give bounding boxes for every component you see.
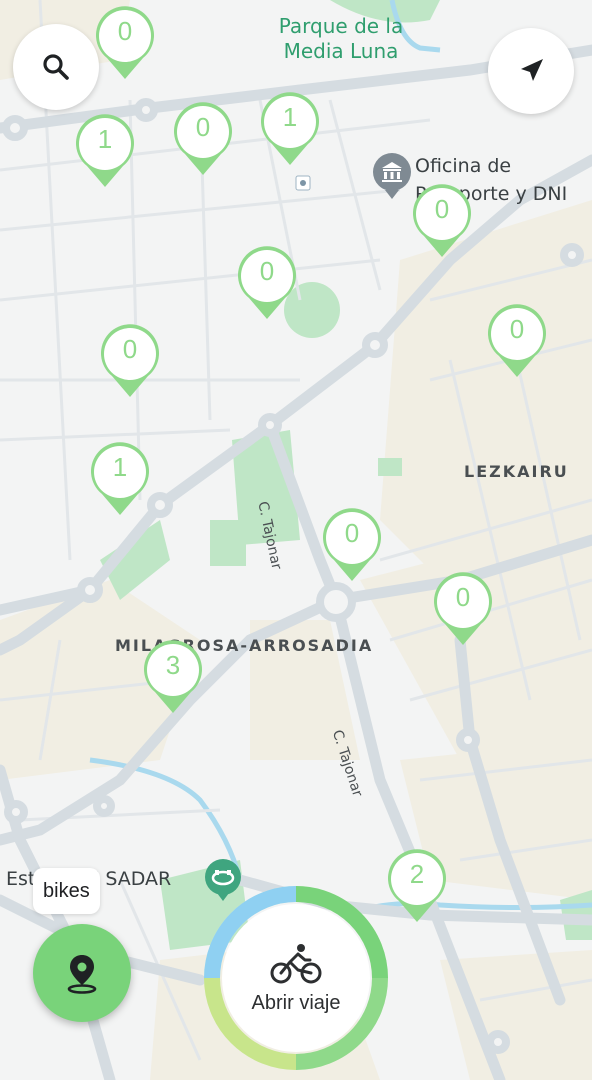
open-trip-button[interactable]: Abrir viaje — [222, 904, 370, 1052]
park-label: Parque de la Media Luna — [278, 14, 404, 63]
station-bike-count: 0 — [117, 16, 133, 46]
government-building-icon — [373, 153, 411, 199]
station-bike-count: 0 — [344, 518, 360, 548]
station-bike-count: 0 — [509, 314, 525, 344]
station-marker[interactable]: 0 — [98, 320, 162, 400]
station-marker[interactable]: 1 — [73, 110, 137, 190]
station-marker[interactable]: 0 — [235, 242, 299, 322]
station-bike-count: 3 — [165, 650, 181, 680]
station-marker[interactable]: 3 — [141, 636, 205, 716]
station-bike-count: 1 — [97, 124, 113, 154]
bikes-tooltip: bikes — [33, 868, 100, 914]
station-marker[interactable]: 0 — [431, 568, 495, 648]
station-marker[interactable]: 2 — [385, 845, 449, 925]
station-bike-count: 0 — [455, 582, 471, 612]
station-bike-count: 0 — [195, 112, 211, 142]
station-bike-count: 1 — [112, 452, 128, 482]
station-bike-count: 0 — [122, 334, 138, 364]
transit-stop-marker — [295, 175, 311, 191]
office-poi[interactable] — [370, 152, 414, 205]
location-pin-icon — [67, 955, 97, 994]
navigate-button[interactable] — [488, 28, 574, 114]
station-marker[interactable]: 1 — [258, 88, 322, 168]
station-marker[interactable]: 0 — [171, 98, 235, 178]
station-bike-count: 0 — [434, 194, 450, 224]
locate-button[interactable] — [33, 924, 131, 1022]
bicycle-rider-icon — [270, 943, 322, 983]
station-marker[interactable]: 0 — [93, 2, 157, 82]
station-marker[interactable]: 1 — [88, 438, 152, 518]
search-button[interactable] — [13, 24, 99, 110]
search-icon — [43, 54, 69, 80]
station-bike-count: 2 — [409, 859, 425, 889]
station-marker[interactable]: 0 — [320, 504, 384, 584]
station-bike-count: 1 — [282, 102, 298, 132]
station-marker[interactable]: 0 — [485, 300, 549, 380]
station-bike-count: 0 — [259, 256, 275, 286]
station-marker[interactable]: 0 — [410, 180, 474, 260]
navigation-arrow-icon — [521, 59, 543, 81]
district-label-lezkairu: LEZKAIRU — [464, 462, 569, 481]
open-trip-label: Abrir viaje — [251, 991, 341, 1014]
